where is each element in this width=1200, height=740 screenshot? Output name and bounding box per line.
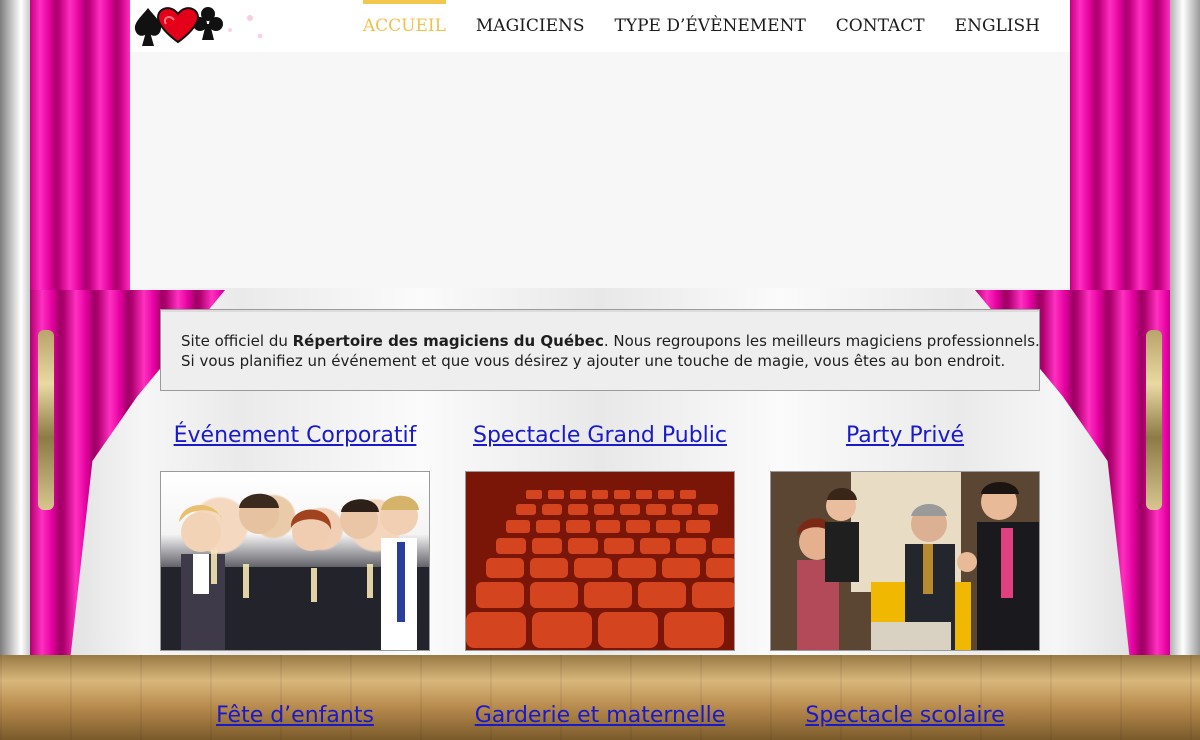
right-curtain [1070, 0, 1170, 300]
banner-placeholder [130, 52, 1070, 288]
theater-seats-photo[interactable] [465, 471, 735, 651]
category-link-garderie[interactable]: Garderie et maternelle [465, 703, 735, 728]
category-link-scolaire[interactable]: Spectacle scolaire [770, 703, 1040, 728]
intro-bold: Répertoire des magiciens du Québec [292, 332, 604, 350]
nav-magiciens[interactable]: MAGICIENS [476, 0, 585, 36]
intro-prefix: Site officiel du [181, 332, 293, 350]
intro-line-1: Site officiel du Répertoire des magicien… [181, 331, 1040, 351]
hearts-spades-logo-icon[interactable] [130, 0, 270, 52]
intro-line-2: Si vous planifiez un événement et que vo… [181, 352, 1006, 370]
category-link-fete-enfants[interactable]: Fête d’enfants [160, 703, 430, 728]
nav-type-evenement[interactable]: TYPE D’ÉVÈNEMENT [615, 0, 806, 36]
nav-accueil[interactable]: ACCUEIL [362, 0, 446, 36]
site-header: ACCUEIL MAGICIENS TYPE D’ÉVÈNEMENT CONTA… [130, 0, 1070, 52]
category-link-party-prive[interactable]: Party Privé [770, 423, 1040, 448]
nav-english[interactable]: ENGLISH [955, 0, 1040, 36]
category-link-grand-public[interactable]: Spectacle Grand Public [465, 423, 735, 448]
left-curtain [30, 0, 130, 300]
magician-party-photo[interactable] [770, 471, 1040, 651]
main-nav: ACCUEIL MAGICIENS TYPE D’ÉVÈNEMENT CONTA… [362, 0, 1040, 52]
intro-suffix: . Nous regroupons les meilleurs magicien… [603, 332, 1040, 350]
corporate-team-photo[interactable] [160, 471, 430, 651]
intro-box: Site officiel du Répertoire des magicien… [160, 309, 1040, 391]
left-tassel [38, 330, 54, 510]
nav-contact[interactable]: CONTACT [836, 0, 925, 36]
right-tassel [1146, 330, 1162, 510]
category-link-corporatif[interactable]: Événement Corporatif [160, 423, 430, 448]
